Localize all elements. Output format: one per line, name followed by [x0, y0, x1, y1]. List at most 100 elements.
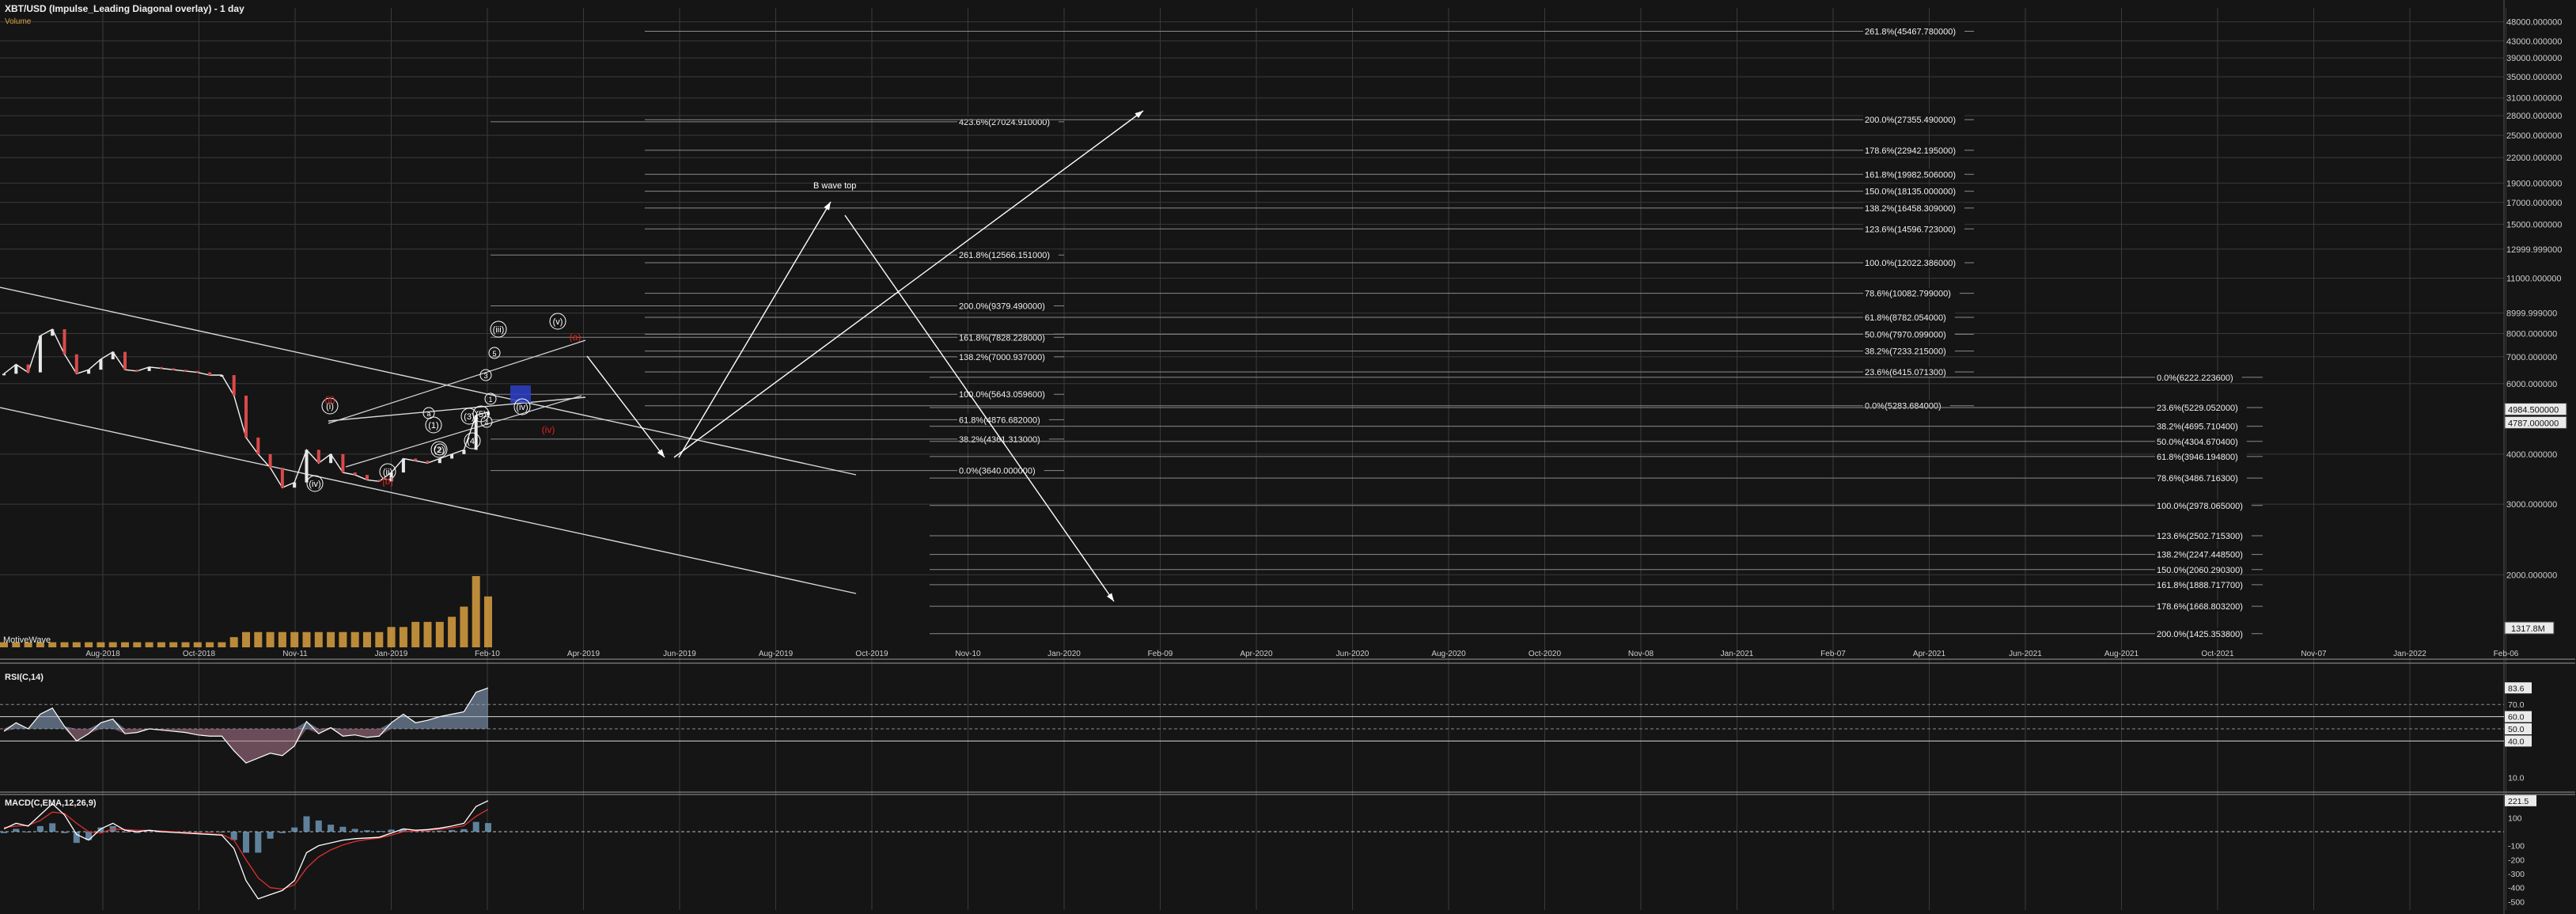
- x-tick-label: Aug-2018: [85, 650, 120, 658]
- macd-tick-label: -100: [2508, 842, 2525, 851]
- volume-bar: [411, 621, 420, 647]
- volume-bar: [278, 631, 286, 647]
- fib-a-label: 261.8%(12566.151000): [959, 251, 1050, 260]
- price-candle: [377, 480, 381, 482]
- x-tick-label: Jan-2022: [2393, 650, 2426, 658]
- price-candle: [426, 461, 430, 464]
- volume-bar: [302, 631, 311, 647]
- rsi-tick-label: 70.0: [2508, 700, 2525, 710]
- volume-bar: [145, 642, 153, 647]
- axis-bottom-tag: 1317.8M: [2511, 624, 2545, 634]
- price-candle: [87, 370, 91, 374]
- macd-hist-bar: [328, 825, 335, 832]
- volume-label: Volume: [5, 17, 32, 26]
- volume-bar: [484, 596, 492, 647]
- y-tick-label: 4000.000000: [2506, 450, 2557, 460]
- fib-a-label: 161.8%(7828.228000): [959, 333, 1045, 343]
- fib-c-label: 0.0%(6222.223600): [2157, 374, 2233, 383]
- macd-hist-bar: [388, 829, 395, 832]
- y-tick-label: 15000.000000: [2506, 220, 2562, 229]
- x-tick-label: Feb-06: [2494, 650, 2519, 658]
- y-tick-label: 31000.000000: [2506, 94, 2562, 104]
- price-candle: [123, 351, 127, 370]
- macd-tick-label: -200: [2508, 855, 2525, 865]
- price-candle: [316, 449, 320, 464]
- rsi-tick-label: 40.0: [2508, 737, 2525, 746]
- price-candle: [208, 372, 212, 376]
- wave-label-white: (iii): [493, 325, 505, 335]
- macd-hist-bar: [255, 831, 262, 853]
- price-candle: [26, 364, 30, 373]
- volume-bar: [339, 631, 347, 647]
- x-tick-label: Nov-07: [2301, 650, 2327, 658]
- price-candle: [414, 458, 418, 461]
- rsi-tick-label: 83.6: [2508, 684, 2525, 693]
- fib-a-label: 200.0%(9379.490000): [959, 302, 1045, 312]
- price-candle: [63, 329, 66, 355]
- price-candle: [280, 468, 284, 488]
- volume-bar: [327, 631, 335, 647]
- volume-bar: [314, 631, 323, 647]
- wave-label-red: (ii): [324, 394, 335, 405]
- y-tick-label: 43000.000000: [2506, 37, 2562, 47]
- volume-bar: [97, 642, 105, 647]
- x-tick-label: Aug-2021: [2104, 650, 2139, 658]
- fib-c-label: 161.8%(1888.717700): [2157, 581, 2243, 590]
- macd-hist-bar: [472, 821, 479, 832]
- wave-label-red: (iv): [542, 424, 555, 435]
- volume-bar: [460, 606, 468, 647]
- fib-c-label: 100.0%(2978.065000): [2157, 502, 2243, 511]
- macd-hist-bar: [460, 829, 468, 832]
- fib-b-label: 123.6%(14596.723000): [1865, 225, 1956, 234]
- fib-c-label: 150.0%(2060.290300): [2157, 566, 2243, 575]
- macd-hist-bar: [351, 829, 358, 832]
- chart-svg: 423.6%(27024.910000) 261.8%(12566.151000)…: [0, 0, 2576, 914]
- y-tick-label: 28000.000000: [2506, 112, 2562, 121]
- wave-label-white: 3: [483, 372, 487, 380]
- y-tick-label: 7000.000000: [2506, 353, 2557, 362]
- wave-label-white: (iv): [309, 480, 320, 489]
- indicator-label: MotiveWave: [3, 635, 51, 645]
- price-candle: [268, 453, 272, 468]
- y-tick-label: 6000.000000: [2506, 380, 2557, 389]
- fib-b-label: 178.6%(22942.195000): [1865, 146, 1956, 156]
- wave-label-white: 5: [492, 350, 496, 358]
- price-candle: [99, 359, 103, 370]
- volume-bar: [242, 631, 250, 647]
- fib-b-label: 61.8%(8782.054000): [1865, 313, 1946, 323]
- y-tick-label: 8000.000000: [2506, 330, 2557, 339]
- fib-b-label: 200.0%(27355.490000): [1865, 116, 1956, 125]
- x-tick-label: Oct-2020: [1529, 650, 1562, 658]
- macd-hist-bar: [303, 816, 310, 832]
- y-tick-label: 39000.000000: [2506, 54, 2562, 63]
- price-candle: [184, 370, 188, 372]
- price-candle: [135, 370, 139, 372]
- price-candle: [366, 475, 369, 480]
- x-tick-label: Nov-08: [1628, 650, 1654, 658]
- x-tick-label: Apr-2019: [567, 650, 600, 658]
- volume-bar: [290, 631, 299, 647]
- price-candle: [38, 336, 42, 373]
- price-candle: [341, 453, 345, 473]
- y-tick-label: 2000.000000: [2506, 571, 2557, 580]
- price-candle: [51, 329, 55, 336]
- price-candle: [111, 351, 115, 360]
- x-tick-label: Nov-11: [282, 650, 308, 658]
- price-candle: [293, 482, 297, 488]
- fib-c-label: 123.6%(2502.715300): [2157, 532, 2243, 541]
- price-candle: [2, 374, 6, 376]
- wave-label-white: (1): [428, 421, 438, 430]
- wave-label-white: (iv): [516, 403, 528, 412]
- fib-c-label: 138.2%(2247.448500): [2157, 551, 2243, 560]
- macd-hist-bar: [267, 831, 274, 839]
- macd-hist-bar: [49, 823, 56, 832]
- price-candle: [462, 449, 466, 454]
- secondary-price-tag: 4787.000000: [2508, 419, 2559, 428]
- wave-label-white: (4): [467, 437, 477, 446]
- fib-a-label: 138.2%(7000.937000): [959, 353, 1045, 362]
- price-candle: [256, 437, 260, 454]
- y-tick-label: 8999.999000: [2506, 309, 2557, 319]
- price-candle: [329, 453, 333, 464]
- chart-title: XBT/USD (Impulse_Leading Diagonal overla…: [5, 3, 244, 14]
- volume-bar: [60, 642, 69, 647]
